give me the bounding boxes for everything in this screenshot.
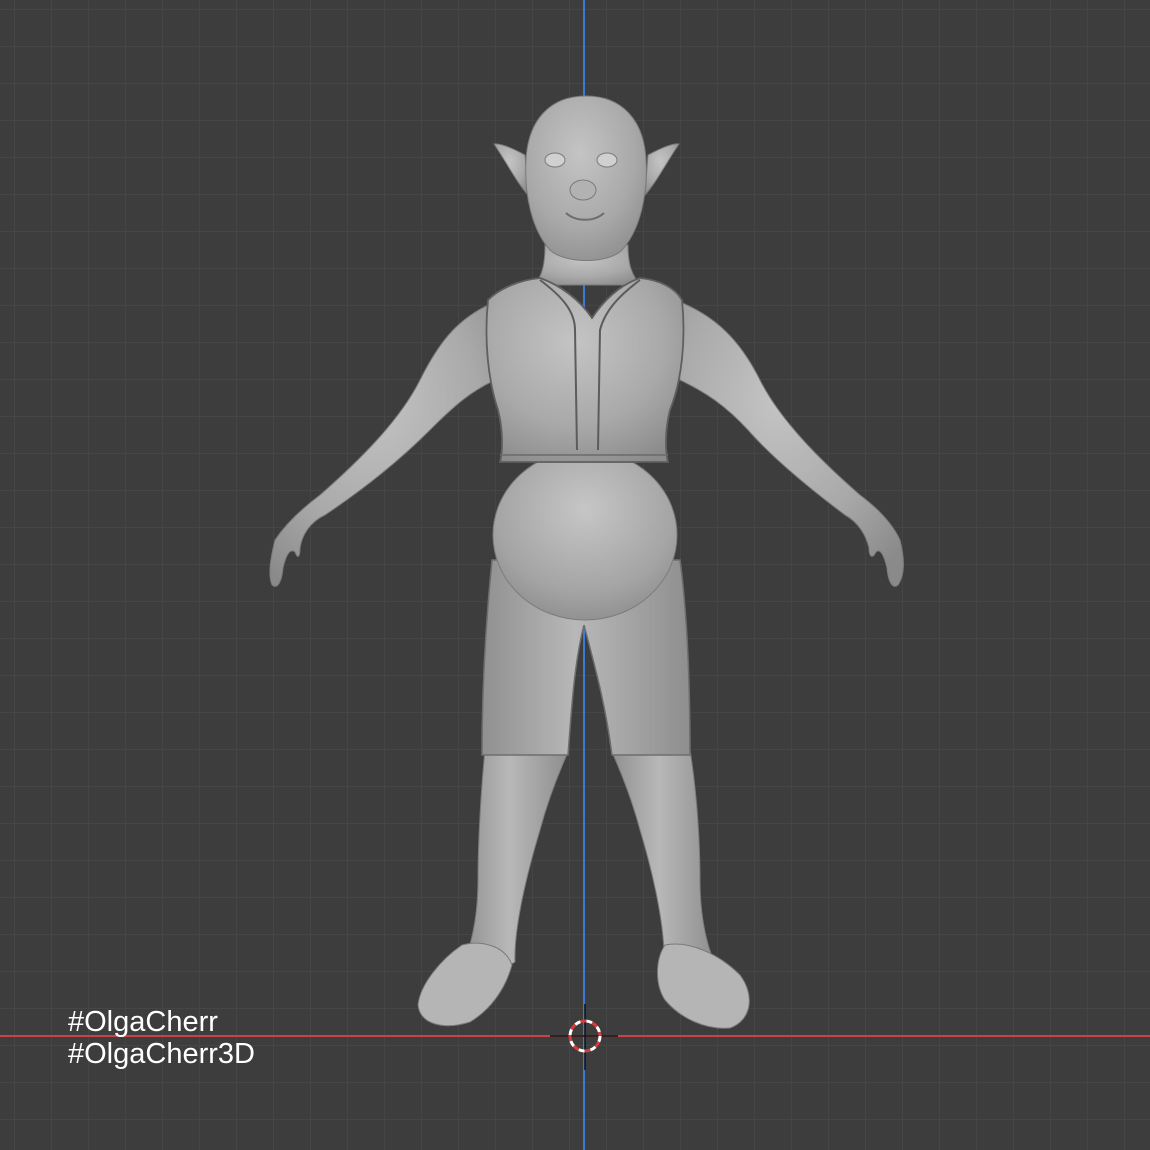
left-leg — [461, 749, 569, 970]
right-shoe — [657, 943, 750, 1029]
right-arm — [674, 299, 904, 587]
belly — [492, 449, 678, 621]
character-model[interactable] — [0, 0, 1150, 1150]
left-ear — [493, 143, 529, 197]
head — [525, 95, 647, 261]
right-leg — [611, 749, 717, 970]
right-ear — [644, 143, 680, 197]
left-shoe — [417, 942, 513, 1027]
watermark: #OlgaCherr #OlgaCherr3D — [68, 1006, 255, 1070]
3d-cursor-icon[interactable] — [550, 1004, 620, 1074]
watermark-line-2: #OlgaCherr3D — [68, 1038, 255, 1070]
left-arm — [269, 299, 501, 587]
vest — [485, 277, 685, 463]
3d-viewport[interactable]: #OlgaCherr #OlgaCherr3D — [0, 0, 1150, 1150]
watermark-line-1: #OlgaCherr — [68, 1006, 218, 1038]
